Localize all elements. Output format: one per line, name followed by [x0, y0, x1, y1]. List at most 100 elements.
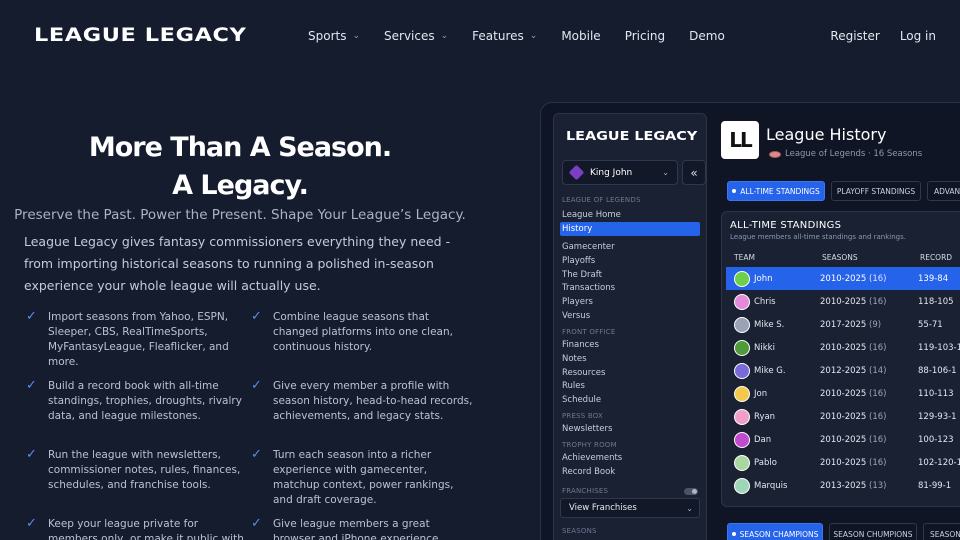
avatar — [734, 431, 750, 448]
avatar — [734, 316, 750, 333]
column-header-seasons[interactable]: SEASONS — [822, 253, 858, 262]
table-row[interactable]: Dan 2010-2025 (16) 100-123 — [726, 428, 960, 451]
record-cell: 88-106-1 — [918, 365, 957, 376]
nav-features-label: Features — [472, 29, 524, 43]
feature-item: ✓ Build a record book with all-time stand… — [26, 378, 248, 424]
sidebar-item-transactions[interactable]: Transactions — [560, 281, 700, 295]
seasons-count: (14) — [869, 365, 887, 376]
seasons-cell: 2017-2025 (9) — [820, 320, 881, 330]
table-row[interactable]: Pablo 2010-2025 (16) 102-120-1 — [726, 451, 960, 474]
seasons-cell: 2010-2025 (16) — [820, 412, 887, 422]
hero-tagline: Preserve the Past. Power the Present. Sh… — [14, 207, 466, 223]
team-name: Mike S. — [754, 319, 785, 330]
nav-demo[interactable]: Demo — [689, 29, 725, 43]
league-logo-icon: LL — [721, 121, 759, 159]
standings-title: ALL-TIME STANDINGS — [730, 220, 842, 231]
feature-item: ✓ Keep your league private for members on… — [26, 516, 248, 540]
sidebar-item-notes[interactable]: Notes — [560, 352, 700, 366]
tab-season-chumpions[interactable]: SEASON CHUMPIONS — [829, 523, 917, 540]
sidebar-item-history[interactable]: History — [560, 222, 700, 236]
franchises-toggle[interactable] — [684, 488, 698, 495]
sidebar-item-record-book[interactable]: Record Book — [560, 465, 700, 479]
register-link[interactable]: Register — [830, 29, 879, 43]
table-row[interactable]: Ryan 2010-2025 (16) 129-93-1 — [726, 405, 960, 428]
tab-playoff-standings[interactable]: PLAYOFF STANDINGS — [831, 181, 921, 201]
record-cell: 55-71 — [918, 319, 943, 330]
record-cell: 102-120-1 — [918, 457, 960, 468]
sidebar-item-resources[interactable]: Resources — [560, 366, 700, 380]
team-name: Jon — [754, 388, 768, 399]
standings-subtitle: League members all-time standings and ra… — [730, 233, 906, 241]
seasons-range: 2017-2025 — [820, 319, 867, 330]
seasons-range: 2010-2025 — [820, 342, 867, 353]
feature-item: ✓ Give every member a profile with season… — [251, 378, 473, 424]
tab-label: SEASON CHUMPIONS — [833, 529, 913, 539]
check-icon: ✓ — [251, 447, 262, 462]
feature-text: Keep your league private for members onl… — [48, 518, 244, 540]
football-icon — [769, 150, 781, 158]
record-cell: 119-103-1 — [918, 342, 960, 353]
nav-services[interactable]: Services ⌄ — [384, 29, 448, 43]
nav-mobile[interactable]: Mobile — [561, 29, 600, 43]
feature-text: Run the league with newsletters, commiss… — [48, 449, 241, 491]
table-row[interactable]: Mike G. 2012-2025 (14) 88-106-1 — [726, 359, 960, 382]
tab-label: SEASON — [930, 529, 960, 539]
sidebar-item-versus[interactable]: Versus — [560, 309, 700, 323]
tab-season-more[interactable]: SEASON — [923, 523, 960, 540]
sidebar-item-rules[interactable]: Rules — [560, 379, 700, 393]
sidebar-item-finances[interactable]: Finances — [560, 338, 700, 352]
sidebar-item-gamecenter[interactable]: Gamecenter — [560, 240, 700, 254]
nav-pricing[interactable]: Pricing — [625, 29, 665, 43]
login-link[interactable]: Log in — [900, 29, 936, 43]
brand-logo[interactable]: LEAGUE LEGACY — [34, 24, 246, 46]
nav-sports[interactable]: Sports ⌄ — [308, 29, 360, 43]
app-logo[interactable]: LEAGUE LEGACY — [566, 128, 697, 143]
chevron-down-icon: ⌄ — [686, 503, 693, 513]
table-row[interactable]: Nikki 2010-2025 (16) 119-103-1 — [726, 336, 960, 359]
record-cell: 118-105 — [918, 296, 954, 307]
table-row[interactable]: Marquis 2013-2025 (13) 81-99-1 — [726, 474, 960, 497]
feature-item: ✓ Import seasons from Yahoo, ESPN, Sleepe… — [26, 309, 248, 370]
seasons-count: (16) — [869, 296, 887, 307]
sidebar-item-achievements[interactable]: Achievements — [560, 451, 700, 465]
feature-text: Turn each season into a richer experienc… — [273, 449, 454, 506]
seasons-count: (16) — [869, 457, 887, 468]
user-select[interactable]: King John ⌄ — [562, 160, 678, 185]
feature-item: ✓ Combine league seasons that changed pla… — [251, 309, 473, 355]
seasons-range: 2010-2025 — [820, 273, 867, 284]
column-header-team[interactable]: TEAM — [734, 253, 755, 262]
nav-features[interactable]: Features ⌄ — [472, 29, 537, 43]
seasons-count: (16) — [869, 273, 887, 284]
table-row[interactable]: Chris 2010-2025 (16) 118-105 — [726, 290, 960, 313]
collapse-sidebar-button[interactable]: « — [682, 160, 706, 185]
record-cell: 81-99-1 — [918, 480, 952, 491]
section-front-office: FRONT OFFICE — [562, 328, 616, 336]
tab-label: ALL-TIME STANDINGS — [740, 186, 820, 196]
sidebar-item-playoffs[interactable]: Playoffs — [560, 254, 700, 268]
chevron-down-icon: ⌄ — [440, 31, 449, 41]
team-name: Ryan — [754, 411, 776, 422]
app-sidebar: LEAGUE LEGACY King John ⌄ « LEAGUE OF LEG… — [553, 113, 707, 540]
avatar — [734, 362, 750, 379]
standings-card: ALL-TIME STANDINGS League members all-ti… — [721, 211, 960, 507]
sidebar-item-draft[interactable]: The Draft — [560, 268, 700, 282]
seasons-range: 2010-2025 — [820, 457, 867, 468]
table-row[interactable]: Jon 2010-2025 (16) 110-113 — [726, 382, 960, 405]
seasons-count: (9) — [869, 319, 882, 330]
feature-text: Import seasons from Yahoo, ESPN, Sleeper… — [48, 311, 229, 368]
seasons-cell: 2010-2025 (16) — [820, 274, 887, 284]
tab-all-time-standings[interactable]: ALL-TIME STANDINGS — [727, 181, 825, 201]
table-row[interactable]: John 2010-2025 (16) 139-84 — [726, 267, 960, 290]
franchise-select[interactable]: View Franchises ⌄ — [560, 498, 700, 518]
sidebar-item-schedule[interactable]: Schedule — [560, 393, 700, 407]
page-subtitle-text: League of Legends · 16 Seasons — [785, 149, 923, 159]
tab-advanced[interactable]: ADVAN — [927, 181, 960, 201]
table-row[interactable]: Mike S. 2017-2025 (9) 55-71 — [726, 313, 960, 336]
sidebar-item-players[interactable]: Players — [560, 295, 700, 309]
seasons-count: (16) — [869, 434, 887, 445]
sidebar-item-newsletters[interactable]: Newsletters — [560, 422, 700, 436]
sidebar-item-league-home[interactable]: League Home — [560, 208, 700, 222]
tab-season-champions[interactable]: SEASON CHAMPIONS — [727, 523, 823, 540]
feature-text: Build a record book with all-time standi… — [48, 380, 242, 422]
column-header-record[interactable]: RECORD — [920, 253, 952, 262]
